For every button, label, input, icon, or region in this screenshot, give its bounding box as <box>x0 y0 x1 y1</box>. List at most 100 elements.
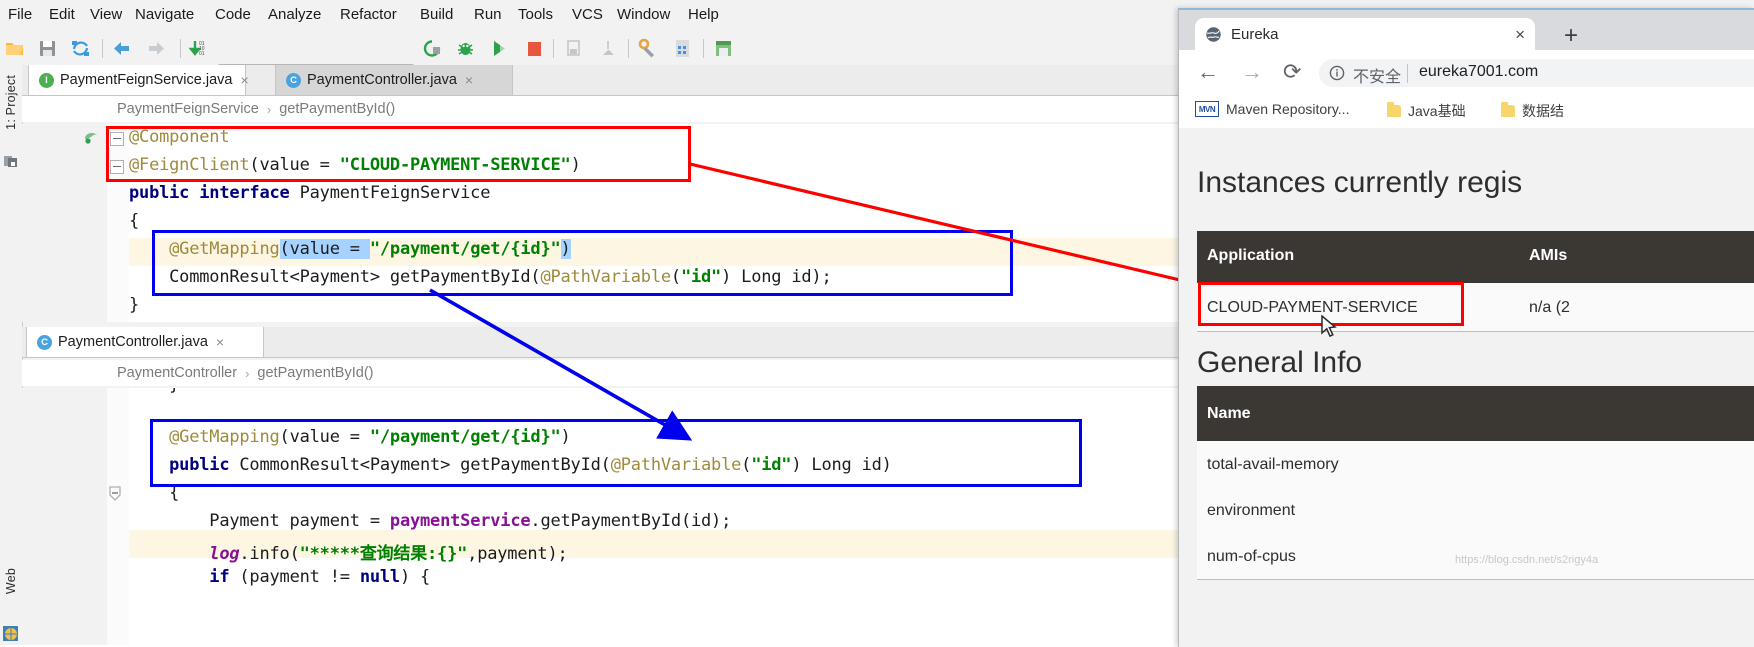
editor-tab-label: PaymentController.java <box>58 334 208 350</box>
general-table-header-row <box>1197 386 1754 441</box>
bookmark-label: Maven Repository... <box>1226 101 1350 117</box>
sidebar-item-web[interactable]: Web <box>4 568 18 594</box>
code-line-20[interactable]: } <box>129 295 139 315</box>
stop-icon[interactable] <box>524 38 545 59</box>
update-project-icon[interactable]: 01 10 01 <box>188 38 209 59</box>
bookmark-data-structures[interactable]: 数据结 <box>1501 101 1564 121</box>
cell-num-of-cpus: num-of-cpus <box>1207 548 1296 565</box>
menu-item-refactor[interactable]: Refactor <box>340 6 397 23</box>
cell-environment: environment <box>1207 502 1296 519</box>
address-bar-url[interactable]: eureka7001.com <box>1419 63 1538 81</box>
code-line-49[interactable]: Payment payment = paymentService.getPaym… <box>129 511 731 531</box>
menu-item-window[interactable]: Window <box>617 6 670 23</box>
interface-file-icon: I <box>39 72 54 88</box>
project-structure-icon[interactable] <box>672 38 693 59</box>
project-tool-icon[interactable] <box>3 153 19 169</box>
run-icon[interactable] <box>422 38 443 59</box>
bookmark-java-basics[interactable]: Java基础 <box>1387 101 1466 121</box>
menu-item-tools[interactable]: Tools <box>518 6 553 23</box>
save-all-icon[interactable] <box>37 38 58 59</box>
class-file-icon: C <box>37 334 52 350</box>
eureka-dashboard-page[interactable]: Instances currently regis Application AM… <box>1179 128 1754 647</box>
chevron-right-icon: › <box>266 101 272 117</box>
cell-total-avail-memory: total-avail-memory <box>1207 456 1339 473</box>
editor-tab-paymentcontroller-top[interactable]: C PaymentController.java × <box>275 65 513 95</box>
sidebar-item-project[interactable]: 1: Project <box>4 75 18 130</box>
bookmark-maven-repository[interactable]: MVN Maven Repository... <box>1195 101 1349 117</box>
breadcrumb-class[interactable]: PaymentController <box>117 365 237 381</box>
open-folder-icon[interactable] <box>4 38 25 59</box>
heading-general-info: General Info <box>1197 346 1363 379</box>
menu-item-file[interactable]: File <box>8 6 32 23</box>
close-icon[interactable]: × <box>216 334 224 350</box>
profile-icon[interactable] <box>563 38 584 59</box>
code-line-44[interactable]: } <box>129 388 179 395</box>
code-line-17[interactable]: { <box>129 211 139 231</box>
editor-tab-paymentfeignservice[interactable]: I PaymentFeignService.java × <box>28 65 249 95</box>
chevron-right-icon: › <box>245 365 250 381</box>
close-icon[interactable]: × <box>240 72 248 88</box>
forward-button[interactable]: → <box>1241 60 1263 84</box>
class-file-icon: C <box>286 72 301 88</box>
code-line-50[interactable]: log.info("*****查询结果:{}",payment); <box>129 539 567 564</box>
intellij-ide-window: File Edit View Navigate Code Analyze Ref… <box>0 0 1754 647</box>
bookmarks-bar: MVN Maven Repository... Java基础 数据结 <box>1179 94 1754 129</box>
reload-button[interactable]: ⟳ <box>1283 60 1301 84</box>
security-label: 不安全 <box>1353 69 1402 86</box>
menu-item-vcs[interactable]: VCS <box>572 6 603 23</box>
browser-tab-title: Eureka <box>1231 26 1279 43</box>
watermark: https://blog.csdn.net/s2rigy4a <box>1455 554 1599 566</box>
back-arrow-icon[interactable] <box>111 38 132 59</box>
chrome-browser-window[interactable]: Eureka × + ← → ⟳ 不安全 eureka7001.com MVN <box>1178 8 1754 647</box>
editor-tab-label: PaymentController.java <box>307 72 457 88</box>
close-icon[interactable]: × <box>465 72 473 88</box>
breadcrumb-class[interactable]: PaymentFeignService <box>117 101 259 117</box>
folder-icon <box>1501 102 1515 117</box>
menu-item-run[interactable]: Run <box>474 6 502 23</box>
attach-profiler-icon[interactable] <box>598 38 619 59</box>
code-line-51[interactable]: if (payment != null) { <box>129 567 430 587</box>
menu-item-navigate[interactable]: Navigate <box>135 6 194 23</box>
editor-tab-paymentcontroller-bottom[interactable]: C PaymentController.java × <box>26 327 264 357</box>
editor-fold-gutter-bottom <box>107 388 129 645</box>
back-button[interactable]: ← <box>1197 60 1219 84</box>
menu-item-code[interactable]: Code <box>215 6 251 23</box>
breadcrumb-method[interactable]: getPaymentById() <box>279 101 395 117</box>
forward-arrow-icon[interactable] <box>146 38 167 59</box>
column-header-application: Application <box>1207 247 1295 264</box>
menu-item-build[interactable]: Build <box>420 6 453 23</box>
column-header-name: Name <box>1207 405 1251 422</box>
toolbar-separator-4 <box>628 39 629 58</box>
address-bar[interactable]: 不安全 eureka7001.com <box>1319 59 1754 87</box>
menu-item-view[interactable]: View <box>90 6 122 23</box>
omnibox-divider <box>1407 64 1408 83</box>
run-coverage-icon[interactable] <box>489 38 510 59</box>
info-circle-icon[interactable] <box>1329 65 1345 81</box>
spring-bean-gutter-icon[interactable] <box>84 131 99 145</box>
svg-text:01: 01 <box>199 51 205 57</box>
cell-amis: n/a (2 <box>1529 299 1570 316</box>
folder-icon <box>1387 102 1401 117</box>
left-tool-window-strip: 1: Project Web <box>0 65 23 645</box>
close-icon[interactable]: × <box>1515 26 1525 43</box>
web-tool-icon[interactable] <box>2 625 19 642</box>
annotation-box-feign-getmapping <box>152 230 1013 296</box>
database-icon[interactable] <box>713 38 734 59</box>
browser-tab-eureka[interactable]: Eureka × <box>1195 18 1535 51</box>
breadcrumb-method[interactable]: getPaymentById() <box>257 365 373 381</box>
annotation-box-feignclient <box>106 126 691 182</box>
code-line-16[interactable]: public interface PaymentFeignService <box>129 183 490 203</box>
globe-icon <box>1206 27 1221 42</box>
sync-icon[interactable] <box>70 38 91 59</box>
settings-wrench-icon[interactable] <box>637 38 658 59</box>
toolbar-separator-1 <box>102 39 103 58</box>
fold-marker-region[interactable] <box>108 486 122 502</box>
menu-item-edit[interactable]: Edit <box>49 6 75 23</box>
menu-item-help[interactable]: Help <box>688 6 719 23</box>
debug-icon[interactable] <box>455 38 476 59</box>
new-tab-button[interactable]: + <box>1564 24 1578 48</box>
browser-tab-strip: Eureka × + <box>1179 10 1754 51</box>
menu-item-analyze[interactable]: Analyze <box>268 6 321 23</box>
mouse-pointer-icon <box>1321 315 1337 338</box>
mvn-icon: MVN <box>1195 101 1219 117</box>
